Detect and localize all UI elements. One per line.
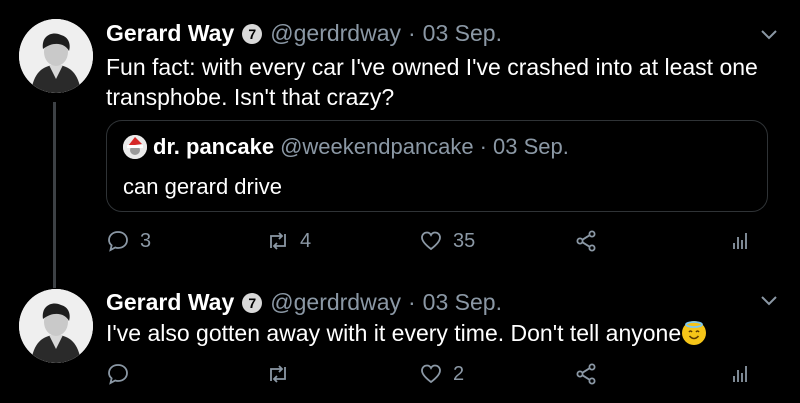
like-count: 35 <box>453 229 476 252</box>
quoted-author-handle[interactable]: @weekendpancake <box>280 134 474 160</box>
analytics-icon <box>733 366 747 382</box>
avatar-photo-icon <box>19 289 93 363</box>
badge-icon: 7 <box>242 23 263 44</box>
quoted-tweet-date[interactable]: 03 Sep. <box>493 134 569 160</box>
quoted-tweet-header: dr. pancake @weekendpancake · 03 Sep. <box>123 134 569 160</box>
retweet-icon <box>270 365 286 383</box>
reply-button[interactable]: 3 <box>106 229 151 253</box>
tweet-text: Fun fact: with every car I've owned I've… <box>106 54 758 110</box>
share-button[interactable] <box>574 362 598 386</box>
heart-icon <box>421 231 441 251</box>
author-name[interactable]: Gerard Way <box>106 20 234 47</box>
tweet-date[interactable]: 03 Sep. <box>423 20 502 47</box>
santa-avatar-icon <box>123 135 147 159</box>
share-button[interactable] <box>574 229 598 253</box>
like-button[interactable]: 2 <box>419 362 464 386</box>
separator-dot: · <box>408 289 416 315</box>
tweet-actions: 3 4 35 <box>106 229 776 259</box>
retweet-button[interactable]: 4 <box>266 229 311 253</box>
chevron-down-icon[interactable] <box>760 29 778 41</box>
retweet-button[interactable] <box>266 362 300 386</box>
separator-dot: · <box>408 20 416 46</box>
analytics-button[interactable] <box>728 362 752 386</box>
like-button[interactable]: 35 <box>419 229 475 253</box>
quoted-tweet[interactable]: dr. pancake @weekendpancake · 03 Sep. ca… <box>106 120 768 212</box>
share-icon <box>576 363 596 385</box>
author-name[interactable]: Gerard Way <box>106 289 234 316</box>
analytics-button[interactable] <box>728 229 752 253</box>
halo-emoji-icon <box>682 321 707 345</box>
tweet-text: I've also gotten away with it every time… <box>106 318 786 348</box>
author-handle[interactable]: @gerdrdway <box>270 20 401 47</box>
avatar[interactable] <box>19 289 93 363</box>
badge-icon: 7 <box>242 292 263 313</box>
tweet-actions: 2 <box>106 362 776 392</box>
retweet-icon <box>270 232 286 250</box>
quoted-author-name[interactable]: dr. pancake <box>153 134 274 160</box>
tweet-text-content: I've also gotten away with it every time… <box>106 320 682 346</box>
heart-icon <box>421 364 441 384</box>
quoted-avatar <box>123 135 147 159</box>
avatar[interactable] <box>19 19 93 93</box>
like-count: 2 <box>453 362 465 385</box>
author-handle[interactable]: @gerdrdway <box>270 289 401 316</box>
tweet-header: Gerard Way 7 @gerdrdway · 03 Sep. <box>106 20 502 47</box>
reply-button[interactable] <box>106 362 140 386</box>
thread-line <box>53 102 56 288</box>
avatar-photo-icon <box>19 19 93 93</box>
reply-icon <box>108 364 128 385</box>
separator-dot: · <box>479 134 487 159</box>
tweet-header: Gerard Way 7 @gerdrdway · 03 Sep. <box>106 289 502 316</box>
reply-count: 3 <box>140 229 152 252</box>
analytics-icon <box>733 233 747 249</box>
share-icon <box>576 230 596 252</box>
chevron-down-icon[interactable] <box>760 295 778 307</box>
tweet-date[interactable]: 03 Sep. <box>423 289 502 316</box>
reply-icon <box>108 231 128 252</box>
retweet-count: 4 <box>300 229 312 252</box>
quoted-tweet-text: can gerard drive <box>123 174 282 199</box>
